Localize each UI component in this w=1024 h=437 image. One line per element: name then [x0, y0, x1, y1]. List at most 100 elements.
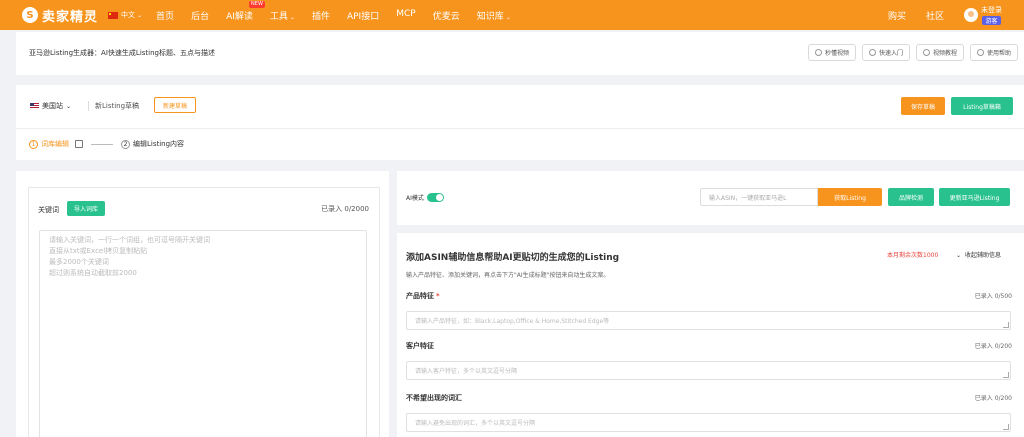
top-navbar: S 卖家精灵 中文 ⌄ 首页 后台 AI解读 NEW 工具 ⌄ 插件 API接口 M…: [0, 0, 1024, 30]
guest-badge: 游客: [982, 16, 1001, 25]
china-flag-icon: [108, 11, 119, 19]
save-draft-button[interactable]: 保存草稿: [901, 97, 945, 115]
form-subtitle: 输入产品特征、添加关键词，再点击下方"AI生成标题"按钮来自动生成文案。: [406, 272, 610, 279]
nav-item-community[interactable]: 社区: [926, 9, 944, 22]
nav-item-mcp[interactable]: MCP: [396, 9, 415, 22]
nav-item-label: 插件: [311, 11, 330, 22]
quick-video-button[interactable]: 秒懂视频: [807, 44, 856, 61]
edit-icon[interactable]: [75, 140, 83, 148]
update-amazon-listing-button[interactable]: 更新亚马逊Listing: [939, 188, 1010, 206]
import-wordlist-button[interactable]: 导入词库: [67, 201, 106, 216]
chevron-down-icon: ⌄: [289, 13, 295, 21]
draft-name: 新Listing草稿: [88, 101, 139, 111]
step-keyword-edit[interactable]: 1 词库编辑: [29, 139, 69, 149]
play-icon: [922, 49, 930, 56]
customer-feature-input[interactable]: 请输入客户特征，多个以英文逗号分隔: [406, 361, 1011, 380]
step-connector: [91, 143, 113, 145]
placeholder-line: 直接从txt或Excel拷贝复制粘贴: [49, 247, 148, 255]
required-mark: *: [436, 292, 440, 300]
step-number: 2: [121, 139, 130, 149]
new-draft-button[interactable]: 新建草稿: [154, 97, 197, 113]
site-selector[interactable]: 美国站 ⌄: [30, 101, 71, 111]
logo-text: 卖家精灵: [42, 9, 99, 25]
ai-mode: AI模式: [406, 193, 444, 202]
ai-mode-toggle[interactable]: [426, 193, 444, 202]
site-label: 美国站: [42, 102, 63, 110]
button-label: 快速入门: [878, 50, 903, 57]
keyword-label: 关键词: [38, 206, 59, 214]
exclude-words-input[interactable]: 请输入避免出现的词汇，多个以英文逗号分隔: [406, 413, 1011, 432]
customer-feature-count: 已录入 0/200: [974, 343, 1012, 350]
step-label: 词库编辑: [41, 140, 69, 148]
ai-mode-label: AI模式: [406, 195, 424, 202]
collapse-toggle[interactable]: ⌄ 收起辅助信息: [956, 250, 1001, 259]
product-feature-input[interactable]: 请输入产品特征，如：Black,Laptop,Office & Home,Sti…: [406, 311, 1011, 330]
nav-item-backend[interactable]: 后台: [191, 9, 209, 22]
nav-item-youmaiyun[interactable]: 优麦云: [433, 9, 460, 22]
nav-item-api[interactable]: API接口: [347, 9, 379, 22]
nav-item-buy[interactable]: 购买: [888, 9, 906, 22]
get-listing-button[interactable]: 获取Listing: [818, 188, 882, 206]
user-name: 未登录: [981, 6, 1002, 14]
user-info[interactable]: 未登录 游客: [981, 5, 1002, 25]
product-feature-count: 已录入 0/500: [974, 293, 1012, 300]
nav-item-plugin[interactable]: 插件: [312, 9, 330, 22]
title-bar: 亚马逊Listing生成器：AI快速生成Listing标题、五点与描述 秒懂视频…: [16, 32, 1024, 75]
placeholder-line: 最多2000个关键词: [49, 258, 109, 266]
nav-item-label: 知识库: [476, 11, 504, 22]
nav-item-label: API接口: [346, 11, 380, 22]
nav-item-ai[interactable]: AI解读 NEW: [226, 0, 265, 22]
keyword-panel: 关键词 导入词库 已录入 0/2000 请输入关键词，一行一个词组，也可逗号隔开…: [16, 171, 389, 437]
divider: [16, 128, 1024, 129]
nav-item-label: 优麦云: [432, 11, 460, 22]
nav-item-tools[interactable]: 工具 ⌄: [270, 9, 295, 22]
step-label: 编辑Listing内容: [133, 140, 185, 148]
keyword-count: 已录入 0/2000: [321, 205, 369, 213]
nav-item-knowledge[interactable]: 知识库 ⌄: [477, 9, 511, 22]
video-tutorial-button[interactable]: 视频教程: [915, 44, 964, 61]
brand-check-button[interactable]: 品牌检测: [888, 188, 934, 206]
step-listing-edit[interactable]: 2 编辑Listing内容: [121, 139, 184, 149]
nav-right: 购买 社区 未登录 游客: [888, 0, 1024, 30]
step-indicator: 1 词库编辑 2 编辑Listing内容: [29, 139, 184, 149]
button-label: 秒懂视频: [824, 50, 849, 57]
keyword-textarea[interactable]: 请输入关键词，一行一个词组，也可逗号隔开关键词 直接从txt或Excel拷贝复制…: [39, 230, 367, 437]
nav-menu: 首页 后台 AI解读 NEW 工具 ⌄ 插件 API接口 MCP 优麦云 知识库 ⌄: [156, 0, 528, 22]
quick-start-button[interactable]: 快速入门: [861, 44, 910, 61]
exclude-words-count: 已录入 0/200: [974, 395, 1012, 402]
nav-item-label: 首页: [156, 11, 175, 22]
nav-item-label: AI解读: [226, 11, 253, 22]
nav-item-home[interactable]: 首页: [156, 9, 174, 22]
field-label-text: 产品特征: [406, 292, 434, 300]
assist-info-panel: 添加ASIN辅助信息帮助AI更贴切的生成您的Listing 输入产品特征、添加关…: [397, 233, 1024, 437]
placeholder-line: 超过则系统自动截取前2000: [49, 269, 137, 277]
chevron-down-icon: ⌄: [505, 13, 511, 21]
product-feature-label: 产品特征 *: [406, 291, 440, 301]
draft-bar: 美国站 ⌄ 新Listing草稿 新建草稿 保存草稿 Listing草稿箱 1 …: [16, 85, 1024, 160]
avatar[interactable]: [964, 8, 978, 22]
draft-box-button[interactable]: Listing草稿箱: [951, 97, 1013, 115]
customer-feature-label: 客户特征: [406, 342, 434, 350]
help-button[interactable]: 使用帮助: [969, 44, 1018, 61]
nav-item-label: 后台: [191, 11, 210, 22]
play-icon: [814, 49, 822, 56]
us-flag-icon: [30, 103, 39, 109]
language-selector[interactable]: 中文 ⌄: [108, 10, 142, 20]
tool-bar: AI模式 输入ASIN，一键获取亚马逊L 获取Listing 品牌检测 更新亚马…: [397, 171, 1024, 225]
form-title: 添加ASIN辅助信息帮助AI更贴切的生成您的Listing: [406, 253, 620, 263]
page-title: 亚马逊Listing生成器：AI快速生成Listing标题、五点与描述: [29, 49, 215, 57]
logo[interactable]: S 卖家精灵: [22, 6, 98, 25]
keyword-box: 关键词 导入词库 已录入 0/2000 请输入关键词，一行一个词组，也可逗号隔开…: [28, 187, 380, 437]
help-icon: [976, 49, 984, 56]
step-number: 1: [29, 139, 38, 149]
play-icon: [868, 49, 876, 56]
asin-input[interactable]: 输入ASIN，一键获取亚马逊L: [700, 188, 818, 206]
collapse-label: 收起辅助信息: [965, 252, 1002, 259]
help-buttons: 秒懂视频 快速入门 视频教程 使用帮助: [802, 44, 1018, 61]
button-label: 视频教程: [932, 50, 957, 57]
button-label: 使用帮助: [986, 50, 1011, 57]
chevron-down-icon: ⌄: [137, 11, 143, 19]
remaining-quota: 本月剩余次数1000: [887, 252, 939, 259]
new-badge: NEW: [249, 0, 265, 8]
language-label: 中文: [121, 11, 136, 19]
